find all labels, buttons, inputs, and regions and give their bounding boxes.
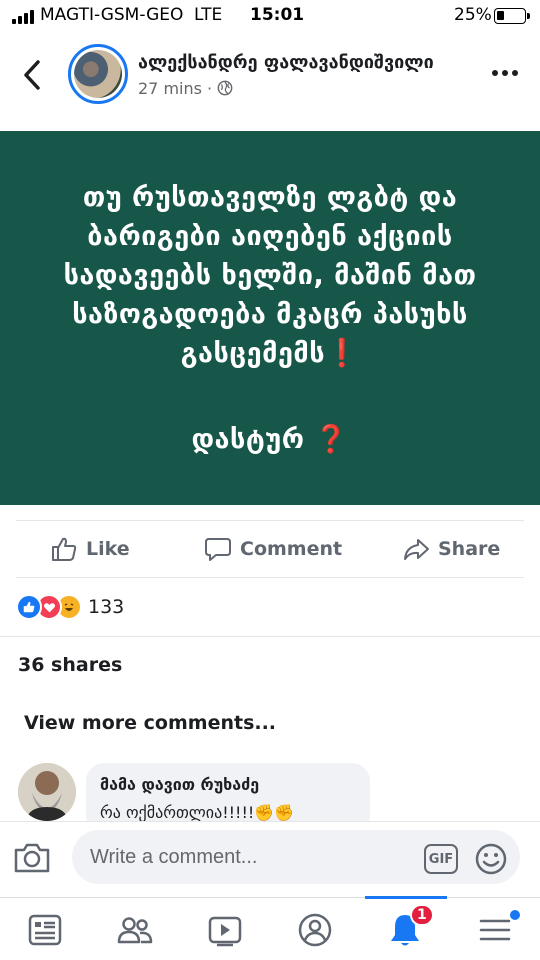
profile-icon [298,913,332,946]
avatar-image [18,763,76,821]
nav-profile[interactable] [270,898,360,960]
post-closing-line: დასტურ ❓ [0,420,540,459]
question-icon: ❓ [314,424,349,455]
post-meta: 27 mins · [138,79,233,98]
comment-bubble-icon [205,538,231,561]
globe-icon [217,80,233,96]
nav-menu[interactable] [450,898,540,960]
reactions-count: 133 [88,596,125,618]
divider [0,636,540,637]
comment-composer: GIF [0,821,540,897]
exclamation-icon: ❗ [325,338,360,369]
post-text: თუ რუსთაველზე ლგბტ და ბარიგები აიღებენ ა… [0,178,540,373]
author-name[interactable]: ალექსანდრე ფალავანდიშვილი [138,52,434,73]
comment-button[interactable]: Comment [204,529,342,569]
nav-friends[interactable] [90,898,180,960]
notification-badge: 1 [410,904,434,926]
bottom-navigation: 1 [0,896,540,960]
post-line: სადავეებს ხელში, მაშინ მათ [63,260,477,291]
divider [16,577,524,578]
share-button[interactable]: Share [402,529,500,569]
camera-button[interactable] [12,840,52,876]
comment-label: Comment [240,538,343,560]
battery-percentage: 25% [454,5,492,25]
status-bar: MAGTI-GSM-GEO LTE 15:01 25% [0,0,540,34]
like-button[interactable]: Like [50,529,130,569]
share-arrow-icon [404,539,429,560]
carrier-name: MAGTI-GSM-GEO [40,5,184,25]
commenter-name[interactable]: მამა დავით რუხაძე [100,775,259,794]
nav-news-feed[interactable] [0,898,90,960]
comment-text: რა ოქმართლია!!!!!✊✊ [100,803,295,822]
post-line: გასცემემს [180,338,326,369]
view-more-comments-link[interactable]: View more comments... [24,712,276,734]
news-feed-icon [28,914,62,945]
post-header: ალექსანდრე ფალავანდიშვილი 27 mins · [0,34,540,118]
avatar-image [74,50,122,98]
emoji-button[interactable] [474,842,508,876]
post-line-with-mark: გასცემემს❗ [0,334,540,373]
like-label: Like [86,538,130,560]
nav-watch[interactable] [180,898,270,960]
smiley-icon [475,843,507,875]
battery-icon [494,8,526,24]
menu-icon [479,919,511,940]
post-content: თუ რუსთაველზე ლგბტ და ბარიგები აიღებენ ა… [0,131,540,505]
post-actions: Like Comment Share [0,521,540,577]
network-type: LTE [194,5,223,25]
share-label: Share [438,538,501,560]
gif-button[interactable]: GIF [424,844,458,874]
more-options-button[interactable] [490,64,520,84]
post-closing: დასტურ [191,424,305,455]
shares-count[interactable]: 36 shares [18,654,122,676]
thumbs-up-icon [52,537,77,561]
reactions-summary[interactable]: 133 [16,592,124,622]
post-line: ბარიგები აიღებენ აქციის [87,221,453,252]
friends-icon [117,916,153,943]
meta-separator: · [207,79,213,98]
status-time: 15:01 [250,5,305,25]
post-line: საზოგადოება მკაცრ პასუხს [72,299,468,330]
camera-icon [14,843,50,873]
like-reaction-icon [16,594,42,620]
author-avatar[interactable] [68,44,128,104]
watch-icon [208,916,242,946]
signal-strength-icon [12,10,38,24]
chevron-left-icon [24,60,40,90]
menu-update-dot [510,910,520,920]
nav-notifications[interactable]: 1 [360,898,450,960]
post-time[interactable]: 27 mins [138,79,202,98]
post-line: თუ რუსთაველზე ლგბტ და [82,182,458,213]
back-button[interactable] [16,56,50,94]
commenter-avatar[interactable] [18,763,76,821]
